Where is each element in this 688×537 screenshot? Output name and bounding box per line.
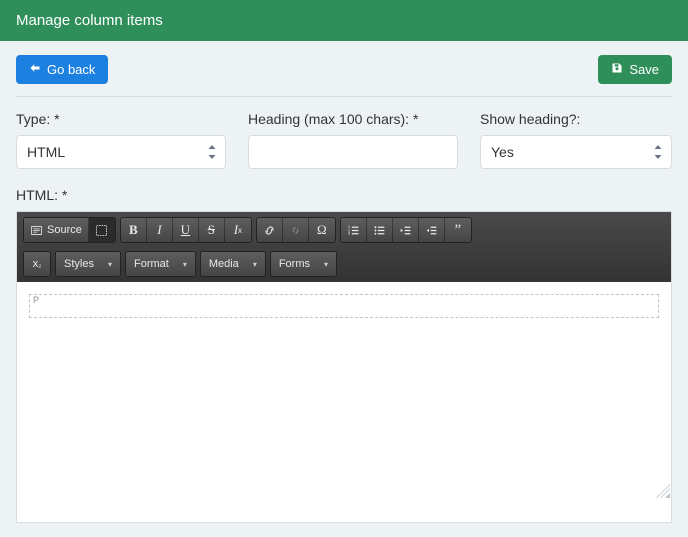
save-button[interactable]: Save [598, 55, 672, 84]
action-bar: Go back Save [16, 55, 672, 97]
special-char-button[interactable]: Ω [309, 218, 335, 242]
heading-input[interactable] [248, 135, 458, 169]
form-row: Type: * HTML Heading (max 100 chars): * … [16, 111, 672, 169]
heading-label: Heading (max 100 chars): * [248, 111, 458, 127]
go-back-button[interactable]: Go back [16, 55, 108, 84]
page-header: Manage column items [0, 0, 688, 41]
type-field: Type: * HTML [16, 111, 226, 169]
subscript-button[interactable]: x₂ [24, 252, 50, 276]
content-area: Go back Save Type: * HTML Heading (max 1… [0, 41, 688, 537]
show-heading-label: Show heading?: [480, 111, 672, 127]
resize-handle-icon[interactable] [656, 484, 670, 498]
go-back-label: Go back [47, 62, 95, 77]
svg-text:3: 3 [348, 230, 351, 235]
type-label: Type: * [16, 111, 226, 127]
editable-paragraph[interactable] [29, 294, 659, 318]
forms-dropdown[interactable]: Forms▾ [271, 252, 336, 276]
styles-dropdown[interactable]: Styles▾ [56, 252, 120, 276]
save-label: Save [629, 62, 659, 77]
show-heading-field: Show heading?: Yes [480, 111, 672, 169]
strike-button[interactable]: S [199, 218, 225, 242]
italic-button[interactable]: I [147, 218, 173, 242]
html-label: HTML: * [16, 187, 672, 203]
source-button[interactable]: Source [24, 218, 89, 242]
format-dropdown[interactable]: Format▾ [126, 252, 195, 276]
blockquote-button[interactable]: ” [445, 218, 471, 242]
bullet-list-button[interactable] [367, 218, 393, 242]
unlink-button[interactable] [283, 218, 309, 242]
bold-button[interactable]: B [121, 218, 147, 242]
remove-format-button[interactable]: Ix [225, 218, 251, 242]
link-button[interactable] [257, 218, 283, 242]
arrow-left-icon [29, 62, 41, 77]
numbered-list-button[interactable]: 123 [341, 218, 367, 242]
show-heading-select[interactable]: Yes [480, 135, 672, 169]
media-dropdown[interactable]: Media▾ [201, 252, 265, 276]
show-blocks-button[interactable] [89, 218, 115, 242]
outdent-button[interactable] [393, 218, 419, 242]
editor-body[interactable]: P [17, 282, 671, 522]
underline-button[interactable]: U [173, 218, 199, 242]
save-icon [611, 62, 623, 77]
page-title: Manage column items [16, 12, 163, 29]
type-select[interactable]: HTML [16, 135, 226, 169]
html-editor: Source B I U S Ix Ω [16, 211, 672, 523]
indent-button[interactable] [419, 218, 445, 242]
heading-field: Heading (max 100 chars): * [248, 111, 458, 169]
editor-toolbar: Source B I U S Ix Ω [17, 212, 671, 282]
block-tag-indicator: P [33, 295, 39, 305]
